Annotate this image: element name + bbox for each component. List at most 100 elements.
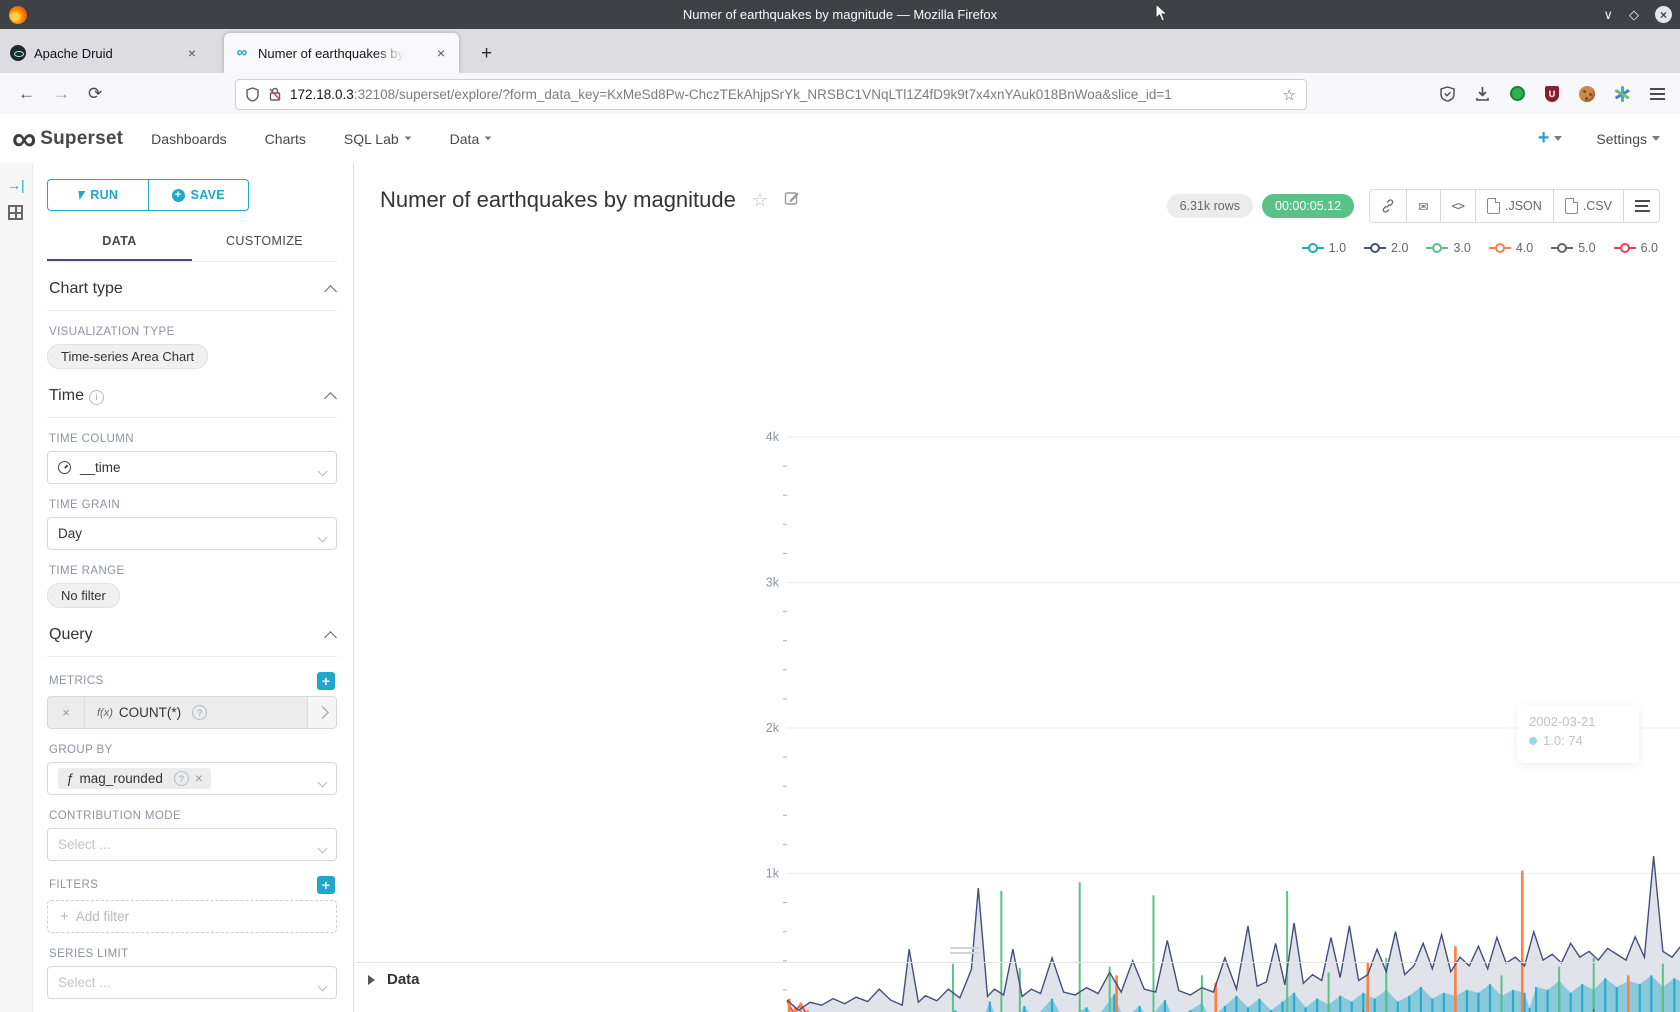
superset-logo[interactable]: ∞ Superset [12,124,123,154]
superset-navbar: ∞ Superset Dashboards Charts SQL Lab Data +… [0,114,1680,164]
new-tab-button[interactable]: + [473,43,500,65]
group-by-pill[interactable]: ƒmag_rounded?× [58,768,211,789]
bookmark-star-icon[interactable]: ☆ [1283,86,1296,104]
export-json-button[interactable]: .JSON [1476,190,1554,222]
tab-customize[interactable]: CUSTOMIZE [192,225,337,261]
data-panel-toggle[interactable]: Data [368,971,420,988]
time-grain-select[interactable]: Day [47,517,337,550]
add-filter-button[interactable]: + [317,876,335,894]
run-button[interactable]: RUN [47,179,148,211]
extension-burst-icon[interactable] [1613,85,1631,103]
edit-properties-icon[interactable] [784,190,800,211]
series-limit-select[interactable]: Select ... [47,966,337,999]
metric-count-pill[interactable]: × f(x)COUNT(*)? [47,696,337,729]
filters-label: FILTERS+ [49,876,335,894]
browser-tab-apache-druid[interactable]: Apache Druid × [0,33,210,73]
time-range-pill[interactable]: No filter [47,583,120,608]
lightning-icon [76,191,86,200]
pocket-shield-icon[interactable] [1438,85,1456,103]
druid-icon [10,45,26,61]
legend-item-6.0[interactable]: 6.0 [1614,241,1658,255]
save-button[interactable]: +SAVE [148,179,250,211]
navbar-item-dashboards[interactable]: Dashboards [151,131,227,147]
file-icon [1565,198,1578,214]
navbar-settings[interactable]: Settings [1596,131,1660,147]
window-close-button[interactable]: × [1655,6,1672,23]
url-bar[interactable]: 172.18.0.3:32108/superset/explore/?form_… [235,79,1307,110]
tracking-shield-icon[interactable] [246,87,259,102]
add-filter-dropzone[interactable]: +Add filter [47,900,337,933]
extension-green-icon[interactable] [1508,85,1526,103]
tab-label: Apache Druid [34,46,113,61]
datasource-grid-icon[interactable] [8,205,23,220]
contribution-mode-label: CONTRIBUTION MODE [49,810,335,822]
tab-close-icon[interactable]: × [433,43,449,63]
panel-resize-handle[interactable] [950,947,980,957]
tab-data[interactable]: DATA [47,225,192,261]
time-column-label: TIME COLUMN [49,433,335,445]
tooltip-value: 1.0: 74 [1543,733,1583,748]
add-metric-button[interactable]: + [317,672,335,690]
legend-item-2.0[interactable]: 2.0 [1364,241,1408,255]
window-titlebar: Numer of earthquakes by magnitude — Mozi… [0,0,1680,29]
viz-type-pill[interactable]: Time-series Area Chart [47,344,208,369]
svg-text:2k: 2k [766,721,780,735]
plus-icon: + [60,908,69,925]
group-by-label: GROUP BY [49,744,335,756]
chart-menu-button[interactable] [1624,190,1659,222]
browser-toolbar: ← → ⟳ 172.18.0.3:32108/superset/explore/… [0,73,1680,115]
chart-tooltip: 2002-03-21 1.0: 74 [1517,705,1639,763]
tab-close-icon[interactable]: × [184,43,200,63]
forward-button[interactable]: → [53,84,70,104]
time-range-label: TIME RANGE [49,565,335,577]
url-text[interactable]: 172.18.0.3:32108/superset/explore/?form_… [290,87,1273,102]
export-csv-button[interactable]: .CSV [1554,190,1624,222]
clock-icon [58,461,71,474]
cookie-extension-icon[interactable] [1578,85,1596,103]
legend-item-1.0[interactable]: 1.0 [1302,241,1346,255]
navbar-item-sql-lab[interactable]: SQL Lab [344,131,412,147]
share-link-button[interactable] [1370,190,1407,222]
window-title: Numer of earthquakes by magnitude — Mozi… [0,7,1680,22]
lock-insecure-icon[interactable] [269,87,281,102]
browser-tab-earthquakes[interactable]: ∞ Numer of earthquakes by × [224,33,459,73]
contribution-mode-select[interactable]: Select ... [47,828,337,861]
section-query[interactable]: Query [47,608,337,657]
legend-item-5.0[interactable]: 5.0 [1551,241,1595,255]
favorite-star-icon[interactable]: ☆ [752,190,768,211]
divider [354,962,1680,963]
section-time[interactable]: Timei [47,369,337,418]
reload-button[interactable]: ⟳ [88,84,102,104]
time-column-select[interactable]: __time [47,451,337,484]
app-menu-icon[interactable] [1648,85,1666,103]
chevron-down-icon [318,844,328,854]
back-button[interactable]: ← [18,84,35,104]
legend-item-4.0[interactable]: 4.0 [1489,241,1533,255]
window-maximize-button[interactable]: ◇ [1629,8,1639,21]
legend-marker-icon [1364,244,1386,252]
help-icon: ? [174,771,189,786]
remove-metric-icon[interactable]: × [48,697,85,728]
svg-text:1k: 1k [766,867,780,881]
time-grain-label: TIME GRAIN [49,499,335,511]
window-minimize-button[interactable]: ∨ [1603,8,1613,21]
remove-group-by-icon[interactable]: × [195,771,203,786]
email-button[interactable]: ✉ [1407,190,1440,222]
navbar-item-data[interactable]: Data [450,131,493,147]
info-icon: i [89,390,104,405]
superset-logo-icon: ∞ [12,124,34,154]
collapse-panel-icon[interactable]: →| [7,177,32,193]
navbar-add-button[interactable]: + [1538,127,1563,150]
legend-item-3.0[interactable]: 3.0 [1426,241,1470,255]
view-query-button[interactable]: <> [1441,190,1476,222]
metrics-label: METRICS+ [49,672,335,690]
chevron-up-icon [324,631,337,644]
section-chart-type[interactable]: Chart type [47,262,337,311]
navbar-item-charts[interactable]: Charts [265,131,306,147]
ublock-shield-icon[interactable]: U [1543,85,1561,103]
query-timer-badge: 00:00:05.12 [1262,194,1354,218]
downloads-icon[interactable] [1473,85,1491,103]
group-by-select[interactable]: ƒmag_rounded?× [47,762,337,795]
expand-metric-icon[interactable] [307,697,336,728]
chevron-down-icon [318,982,328,992]
